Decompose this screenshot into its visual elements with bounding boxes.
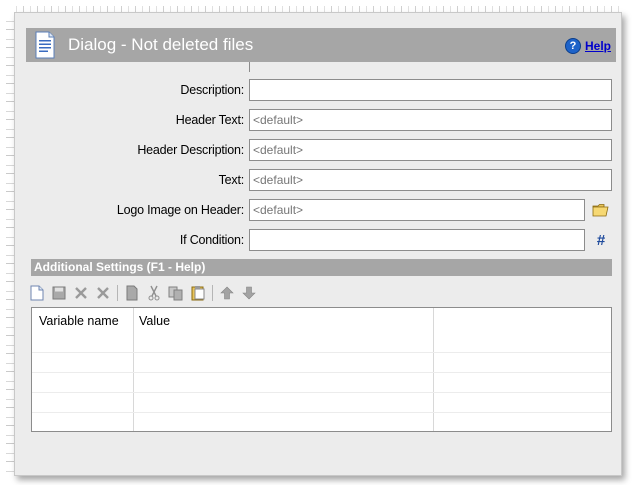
field-tick <box>249 62 250 72</box>
row-logo-image: Logo Image on Header: <box>26 199 616 223</box>
title-bar: Dialog - Not deleted files ? Help <box>26 28 616 62</box>
header-description-label: Header Description: <box>137 143 244 157</box>
description-label: Description: <box>180 83 244 97</box>
toolbar-separator <box>212 285 213 301</box>
logo-image-label: Logo Image on Header: <box>116 203 244 217</box>
help-link[interactable]: Help <box>585 39 611 53</box>
settings-toolbar <box>26 283 260 303</box>
help-circle-icon[interactable]: ? <box>564 38 581 54</box>
additional-settings-header: Additional Settings (F1 - Help) <box>31 259 612 276</box>
clear-icon[interactable] <box>92 283 114 303</box>
table-row-divider <box>32 352 611 353</box>
save-icon[interactable] <box>48 283 70 303</box>
folder-open-icon[interactable] <box>591 201 611 219</box>
row-description: Description: <box>26 79 616 103</box>
toolbar-separator <box>117 285 118 301</box>
paste-icon[interactable] <box>187 283 209 303</box>
logo-image-input[interactable] <box>249 199 585 221</box>
copy-icon[interactable] <box>121 283 143 303</box>
table-header-value[interactable]: Value <box>139 314 170 328</box>
move-down-icon[interactable] <box>238 283 260 303</box>
if-condition-label: If Condition: <box>179 233 244 247</box>
if-condition-input[interactable] <box>249 229 585 251</box>
table-row-divider <box>32 412 611 413</box>
header-text-input[interactable] <box>249 109 612 131</box>
header-description-input[interactable] <box>249 139 612 161</box>
table-row-divider <box>32 372 611 373</box>
dialog-title: Dialog - Not deleted files <box>68 35 254 54</box>
new-icon[interactable] <box>26 283 48 303</box>
duplicate-icon[interactable] <box>165 283 187 303</box>
row-if-condition: If Condition: # <box>26 229 616 253</box>
text-label: Text: <box>218 173 245 187</box>
delete-icon[interactable] <box>70 283 92 303</box>
cut-icon[interactable] <box>143 283 165 303</box>
variables-table[interactable]: Variable name Value <box>31 307 612 432</box>
table-header-variable-name[interactable]: Variable name <box>39 314 119 328</box>
row-text: Text: <box>26 169 616 193</box>
text-input[interactable] <box>249 169 612 191</box>
row-header-description: Header Description: <box>26 139 616 163</box>
move-up-icon[interactable] <box>216 283 238 303</box>
description-input[interactable] <box>249 79 612 101</box>
row-header-text: Header Text: <box>26 109 616 133</box>
table-row-divider <box>32 392 611 393</box>
help-area[interactable]: ? Help <box>564 38 611 54</box>
condition-builder-button[interactable]: # <box>591 231 611 249</box>
frame-edge-left <box>6 12 14 474</box>
header-text-label: Header Text: <box>175 113 244 127</box>
document-icon <box>34 31 56 59</box>
